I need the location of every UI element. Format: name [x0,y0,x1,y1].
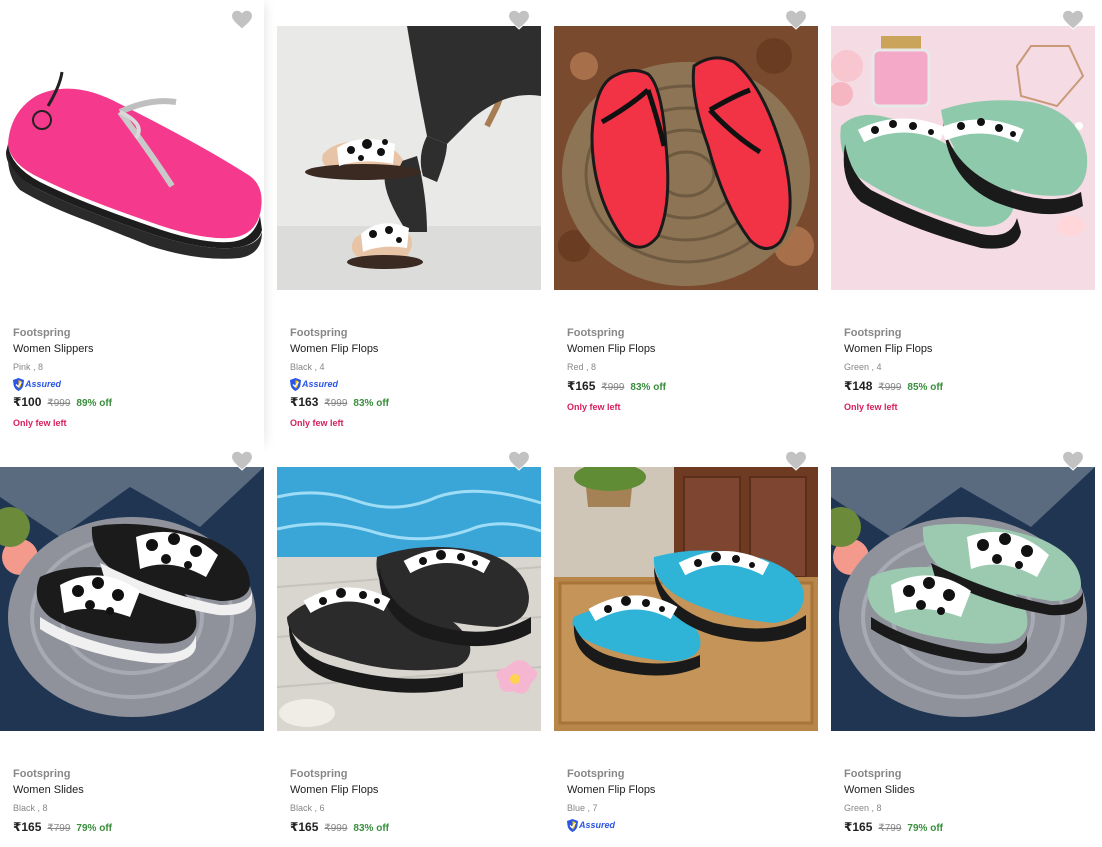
product-brand: Footspring [844,768,902,780]
discount-percent: 85% off [907,382,943,393]
product-title[interactable]: Women Flip Flops [567,783,811,797]
original-price: ₹999 [47,398,71,409]
selling-price: ₹148 [844,379,873,393]
product-title[interactable]: Women Flip Flops [290,342,534,356]
product-variant: Black , 6 [290,803,325,813]
price-row: ₹165 ₹799 79% off [844,820,1088,836]
wishlist-heart-icon[interactable] [785,10,807,32]
product-brand: Footspring [290,768,348,780]
product-image[interactable] [831,26,1095,290]
product-variant: Black , 8 [13,803,48,813]
stock-status: Only few left [290,418,344,428]
original-price: ₹999 [324,823,348,834]
product-card[interactable]: Footspring Women Slippers Pink , 8 Assur… [0,0,264,441]
original-price: ₹799 [878,823,902,834]
product-card[interactable]: Footspring Women Flip Flops Black , 6 ₹1… [277,441,541,847]
price-row: ₹100 ₹999 89% off [13,395,257,411]
stock-status: Only few left [567,402,621,412]
original-price: ₹799 [47,823,71,834]
discount-percent: 79% off [76,823,112,834]
product-info: Footspring Women Flip Flops Green , 4 ₹1… [844,300,1088,413]
discount-percent: 83% off [630,382,666,393]
assured-badge: Assured [567,818,811,832]
product-info: Footspring Women Flip Flops Black , 6 ₹1… [290,741,534,836]
product-variant: Pink , 8 [13,362,44,372]
selling-price: ₹165 [290,820,319,834]
product-variant: Blue , 7 [567,803,598,813]
assured-shield-icon [290,377,301,391]
product-brand: Footspring [290,327,348,339]
product-variant: Green , 8 [844,803,882,813]
wishlist-heart-icon[interactable] [231,451,253,473]
product-card[interactable]: Footspring Women Flip Flops Black , 4 As… [277,0,541,441]
price-row: ₹165 ₹999 83% off [290,820,534,836]
price-row: ₹163 ₹999 83% off [290,395,534,411]
product-info: Footspring Women Slippers Pink , 8 Assur… [13,300,257,429]
product-brand: Footspring [567,327,625,339]
stock-status: Only few left [844,402,898,412]
product-variant: Black , 4 [290,362,325,372]
discount-percent: 83% off [353,398,389,409]
original-price: ₹999 [324,398,348,409]
product-title[interactable]: Women Slides [844,783,1088,797]
wishlist-heart-icon[interactable] [1062,10,1084,32]
product-info: Footspring Women Flip Flops Blue , 7 Ass… [567,741,811,832]
assured-badge: Assured [13,377,257,391]
product-card[interactable]: Footspring Women Flip Flops Red , 8 ₹165… [554,0,818,441]
price-row: ₹165 ₹799 79% off [13,820,257,836]
product-info: Footspring Women Slides Green , 8 ₹165 ₹… [844,741,1088,836]
product-image[interactable] [554,26,818,290]
selling-price: ₹165 [567,379,596,393]
product-info: Footspring Women Slides Black , 8 ₹165 ₹… [13,741,257,836]
product-card[interactable]: Footspring Women Flip Flops Blue , 7 Ass… [554,441,818,847]
selling-price: ₹163 [290,395,319,409]
product-image[interactable] [277,26,541,290]
product-title[interactable]: Women Flip Flops [567,342,811,356]
selling-price: ₹165 [13,820,42,834]
product-card[interactable]: Footspring Women Flip Flops Green , 4 ₹1… [831,0,1095,441]
product-variant: Red , 8 [567,362,597,372]
assured-badge: Assured [290,377,534,391]
product-image[interactable] [0,467,264,731]
wishlist-heart-icon[interactable] [508,451,530,473]
product-image[interactable] [0,26,264,290]
wishlist-heart-icon[interactable] [231,10,253,32]
product-brand: Footspring [13,327,71,339]
assured-shield-icon [13,377,24,391]
product-brand: Footspring [844,327,902,339]
wishlist-heart-icon[interactable] [508,10,530,32]
product-image[interactable] [277,467,541,731]
discount-percent: 83% off [353,823,389,834]
product-title[interactable]: Women Flip Flops [844,342,1088,356]
product-info: Footspring Women Flip Flops Black , 4 As… [290,300,534,429]
wishlist-heart-icon[interactable] [1062,451,1084,473]
assured-label: Assured [25,379,62,389]
product-title[interactable]: Women Slides [13,783,257,797]
product-card[interactable]: Footspring Women Slides Black , 8 ₹165 ₹… [0,441,264,847]
price-row: ₹148 ₹999 85% off [844,379,1088,395]
product-title[interactable]: Women Flip Flops [290,783,534,797]
product-card[interactable]: Footspring Women Slides Green , 8 ₹165 ₹… [831,441,1095,847]
discount-percent: 89% off [76,398,112,409]
original-price: ₹999 [601,382,625,393]
product-image[interactable] [831,467,1095,731]
product-title[interactable]: Women Slippers [13,342,257,356]
product-image[interactable] [554,467,818,731]
assured-label: Assured [579,820,616,830]
price-row: ₹165 ₹999 83% off [567,379,811,395]
discount-percent: 79% off [907,823,943,834]
product-info: Footspring Women Flip Flops Red , 8 ₹165… [567,300,811,413]
selling-price: ₹165 [844,820,873,834]
product-brand: Footspring [567,768,625,780]
product-grid: Footspring Women Slippers Pink , 8 Assur… [0,0,1102,847]
stock-status: Only few left [13,418,67,428]
assured-shield-icon [567,818,578,832]
wishlist-heart-icon[interactable] [785,451,807,473]
product-brand: Footspring [13,768,71,780]
product-variant: Green , 4 [844,362,882,372]
selling-price: ₹100 [13,395,42,409]
original-price: ₹999 [878,382,902,393]
assured-label: Assured [302,379,339,389]
